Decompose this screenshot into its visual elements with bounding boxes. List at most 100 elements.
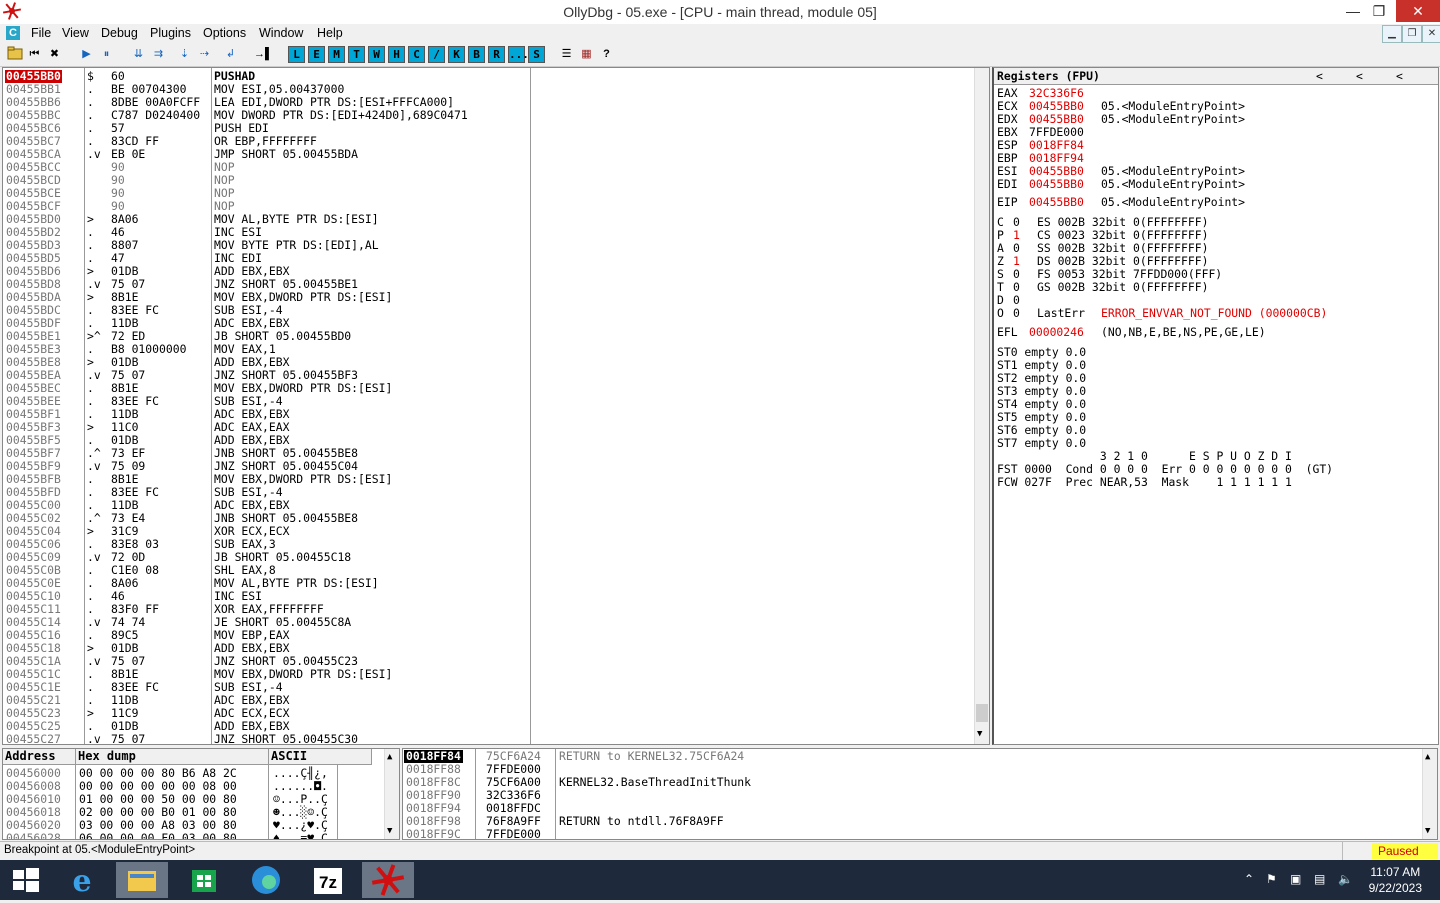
registers-nav-3[interactable]: < xyxy=(1396,70,1403,83)
pause-icon[interactable]: ⏸ xyxy=(98,46,115,63)
tray-volume-icon[interactable]: 🔈 xyxy=(1338,872,1353,886)
close-program-icon[interactable]: ✖ xyxy=(46,46,63,63)
store-icon[interactable] xyxy=(178,862,230,898)
disasm-row[interactable]: 00455C1E. 83EE FC SUB ESI,-4 xyxy=(3,681,973,694)
disasm-row[interactable]: 00455BDF. 11DB ADC EBX,EBX xyxy=(3,317,973,330)
mdi-restore-button[interactable]: ❐ xyxy=(1402,25,1422,43)
disasm-row[interactable]: 00455BF7 .^ 73 EF JNB SHORT 05.00455BE8 xyxy=(3,447,973,460)
trace-over-icon[interactable]: ⇢ xyxy=(196,46,213,63)
stack-row[interactable]: 0018FF94 0018FFDC xyxy=(403,802,1413,815)
disasm-row[interactable]: 00455C25. 01DB ADD EBX,EBX xyxy=(3,720,973,733)
disassembly-pane[interactable]: 00455BB0 $60 PUSHAD 00455BB1. BE 00704300 MOV… xyxy=(2,67,990,745)
register-row[interactable]: EDI 00455BB0 05.<ModuleEntryPoint> xyxy=(997,178,1427,191)
tb-modules-button[interactable]: E xyxy=(308,46,325,63)
tb-windows-button[interactable]: W xyxy=(368,46,385,63)
disasm-row[interactable]: 00455C14 .v 74 74 JE SHORT 05.00455C8A xyxy=(3,616,973,629)
disasm-row[interactable]: 00455C18 >01DB ADD EBX,EBX xyxy=(3,642,973,655)
tb-runtrace-button[interactable]: ... xyxy=(508,46,529,63)
register-row-eip[interactable]: EIP 00455BB0 05.<ModuleEntryPoint> xyxy=(997,196,1427,209)
menu-view[interactable]: View xyxy=(62,26,89,40)
disasm-row[interactable]: 00455BF5. 01DB ADD EBX,EBX xyxy=(3,434,973,447)
registers-nav-2[interactable]: < xyxy=(1356,70,1363,83)
dump-row[interactable]: 00456028 06 00 00 00 F0 03 00 80 ♠...≡♥.Ç xyxy=(3,832,383,840)
dump-scrollbar[interactable]: ▲ ▼ xyxy=(384,749,399,839)
disasm-row[interactable]: 00455C11. 83F0 FF XOR EAX,FFFFFFFF xyxy=(3,603,973,616)
disasm-row[interactable]: 00455C16. 89C5 MOV EBP,EAX xyxy=(3,629,973,642)
run-icon[interactable]: ▶ xyxy=(78,46,95,63)
disasm-row[interactable]: 00455C00. 11DB ADC EBX,EBX xyxy=(3,499,973,512)
menu-help[interactable]: Help xyxy=(317,26,343,40)
flag-row[interactable]: T 0 GS 002B 32bit 0(FFFFFFFF) xyxy=(997,281,1427,294)
disasm-row[interactable]: 00455BCE 90 NOP xyxy=(3,187,973,200)
dump-header-address[interactable]: Address xyxy=(3,749,76,765)
start-button[interactable] xyxy=(0,862,52,898)
disasm-row[interactable]: 00455BCC 90 NOP xyxy=(3,161,973,174)
stack-row[interactable]: 0018FF90 32C336F6 xyxy=(403,789,1413,802)
restart-icon[interactable]: ⏮ xyxy=(26,46,43,63)
disasm-row[interactable]: 00455BDC. 83EE FC SUB ESI,-4 xyxy=(3,304,973,317)
step-over-icon[interactable]: ⇉ xyxy=(150,46,167,63)
menu-plugins[interactable]: Plugins xyxy=(150,26,191,40)
tray-flag-icon[interactable]: ⚑ xyxy=(1266,872,1277,886)
menu-debug[interactable]: Debug xyxy=(101,26,138,40)
disassembly-scrollbar[interactable]: ▼ xyxy=(974,68,989,744)
file-explorer-icon[interactable] xyxy=(116,862,168,898)
fcw-row[interactable]: FCW 027F Prec NEAR,53 Mask 1 1 1 1 1 1 xyxy=(997,476,1427,489)
disasm-row[interactable]: 00455C21. 11DB ADC EBX,EBX xyxy=(3,694,973,707)
edge-icon[interactable] xyxy=(240,862,292,898)
disasm-row[interactable]: 00455BD6 >01DB ADD EBX,EBX xyxy=(3,265,973,278)
help-icon[interactable]: ? xyxy=(598,46,615,63)
disasm-row[interactable]: 00455C23 >11C9 ADC ECX,ECX xyxy=(3,707,973,720)
mdi-close-button[interactable]: ✕ xyxy=(1422,25,1440,43)
disasm-row[interactable]: 00455C06. 83E8 03 SUB EAX,3 xyxy=(3,538,973,551)
go-to-address-icon[interactable]: →▌ xyxy=(254,46,273,63)
disasm-row[interactable]: 00455BD3. 8807 MOV BYTE PTR DS:[EDI],AL xyxy=(3,239,973,252)
registers-pane[interactable]: Registers (FPU) < < < EAX 32C336F6 ECX 0045… xyxy=(992,67,1439,745)
internet-explorer-icon[interactable]: e xyxy=(56,862,108,899)
taskbar-clock[interactable]: 11:07 AM 9/22/2023 xyxy=(1369,864,1422,896)
tb-references-button[interactable]: R xyxy=(488,46,505,63)
mdi-minimize-button[interactable]: ▁ xyxy=(1382,25,1402,43)
step-into-icon[interactable]: ⇊ xyxy=(130,46,147,63)
menu-file[interactable]: File xyxy=(31,26,51,40)
disasm-row[interactable]: 00455BD5. 47 INC EDI xyxy=(3,252,973,265)
tb-patches-button[interactable]: / xyxy=(428,46,445,63)
disasm-row[interactable]: 00455BD8 .v 75 07 JNZ SHORT 05.00455BE1 xyxy=(3,278,973,291)
tb-handles-button[interactable]: H xyxy=(388,46,405,63)
stack-row[interactable]: 0018FF9C 7FFDE000 xyxy=(403,828,1413,840)
stack-pane[interactable]: 0018FF84 75CF6A24 RETURN to KERNEL32.75CF6… xyxy=(402,748,1438,840)
stack-row[interactable]: 0018FF8C 75CF6A00 KERNEL32.BaseThreadInitT… xyxy=(403,776,1413,789)
disasm-row[interactable]: 00455BBC. C787 D0240400 MOV DWORD PTR DS:[… xyxy=(3,109,973,122)
disasm-row[interactable]: 00455BE8 >01DB ADD EBX,EBX xyxy=(3,356,973,369)
disasm-row[interactable]: 00455BF3 >11C0 ADC EAX,EAX xyxy=(3,421,973,434)
disasm-row[interactable]: 00455C02 .^ 73 E4 JNB SHORT 05.00455BE8 xyxy=(3,512,973,525)
restore-button[interactable]: ❐ xyxy=(1364,0,1394,22)
stack-row[interactable]: 0018FF88 7FFDE000 xyxy=(403,763,1413,776)
dump-header-hex[interactable]: Hex dump xyxy=(76,749,269,765)
tb-log-button[interactable]: L xyxy=(288,46,305,63)
disasm-row[interactable]: 00455BF1. 11DB ADC EBX,EBX xyxy=(3,408,973,421)
close-button[interactable]: ✕ xyxy=(1396,0,1440,22)
registers-nav-1[interactable]: < xyxy=(1316,70,1323,83)
hex-dump-pane[interactable]: Address Hex dump ASCII 00456000 00 00 00 … xyxy=(2,748,400,840)
disasm-row[interactable]: 00455C27 .v 75 07 JNZ SHORT 05.00455C30 xyxy=(3,733,973,745)
stack-row[interactable]: 0018FF84 75CF6A24 RETURN to KERNEL32.75CF6… xyxy=(403,750,1413,763)
stack-row[interactable]: 0018FF98 76F8A9FF RETURN to ntdll.76F8A9FF xyxy=(403,815,1413,828)
efl-row[interactable]: EFL 00000246 (NO,NB,E,BE,NS,PE,GE,LE) xyxy=(997,326,1427,339)
tray-network-icon[interactable]: ▤ xyxy=(1314,872,1325,886)
menu-window[interactable]: Window xyxy=(259,26,303,40)
menu-options[interactable]: Options xyxy=(203,26,246,40)
trace-into-icon[interactable]: ⇣ xyxy=(176,46,193,63)
disasm-row[interactable]: 00455BCD 90 NOP xyxy=(3,174,973,187)
ollydbg-taskbar-icon[interactable] xyxy=(362,862,414,898)
disasm-row[interactable]: 00455BCF 90 NOP xyxy=(3,200,973,213)
tb-source-button[interactable]: S xyxy=(528,46,545,63)
open-file-icon[interactable] xyxy=(6,46,23,63)
execute-till-return-icon[interactable]: ↲ xyxy=(222,46,239,63)
7zip-icon[interactable]: 7z xyxy=(302,862,354,898)
disasm-row[interactable]: 00455BE3. B8 01000000 MOV EAX,1 xyxy=(3,343,973,356)
tb-memory-button[interactable]: M xyxy=(328,46,345,63)
disasm-row[interactable]: 00455C0B. C1E0 08 SHL EAX,8 xyxy=(3,564,973,577)
disasm-row[interactable]: 00455BC7. 83CD FF OR EBP,FFFFFFFF xyxy=(3,135,973,148)
tb-cpu-button[interactable]: C xyxy=(408,46,425,63)
